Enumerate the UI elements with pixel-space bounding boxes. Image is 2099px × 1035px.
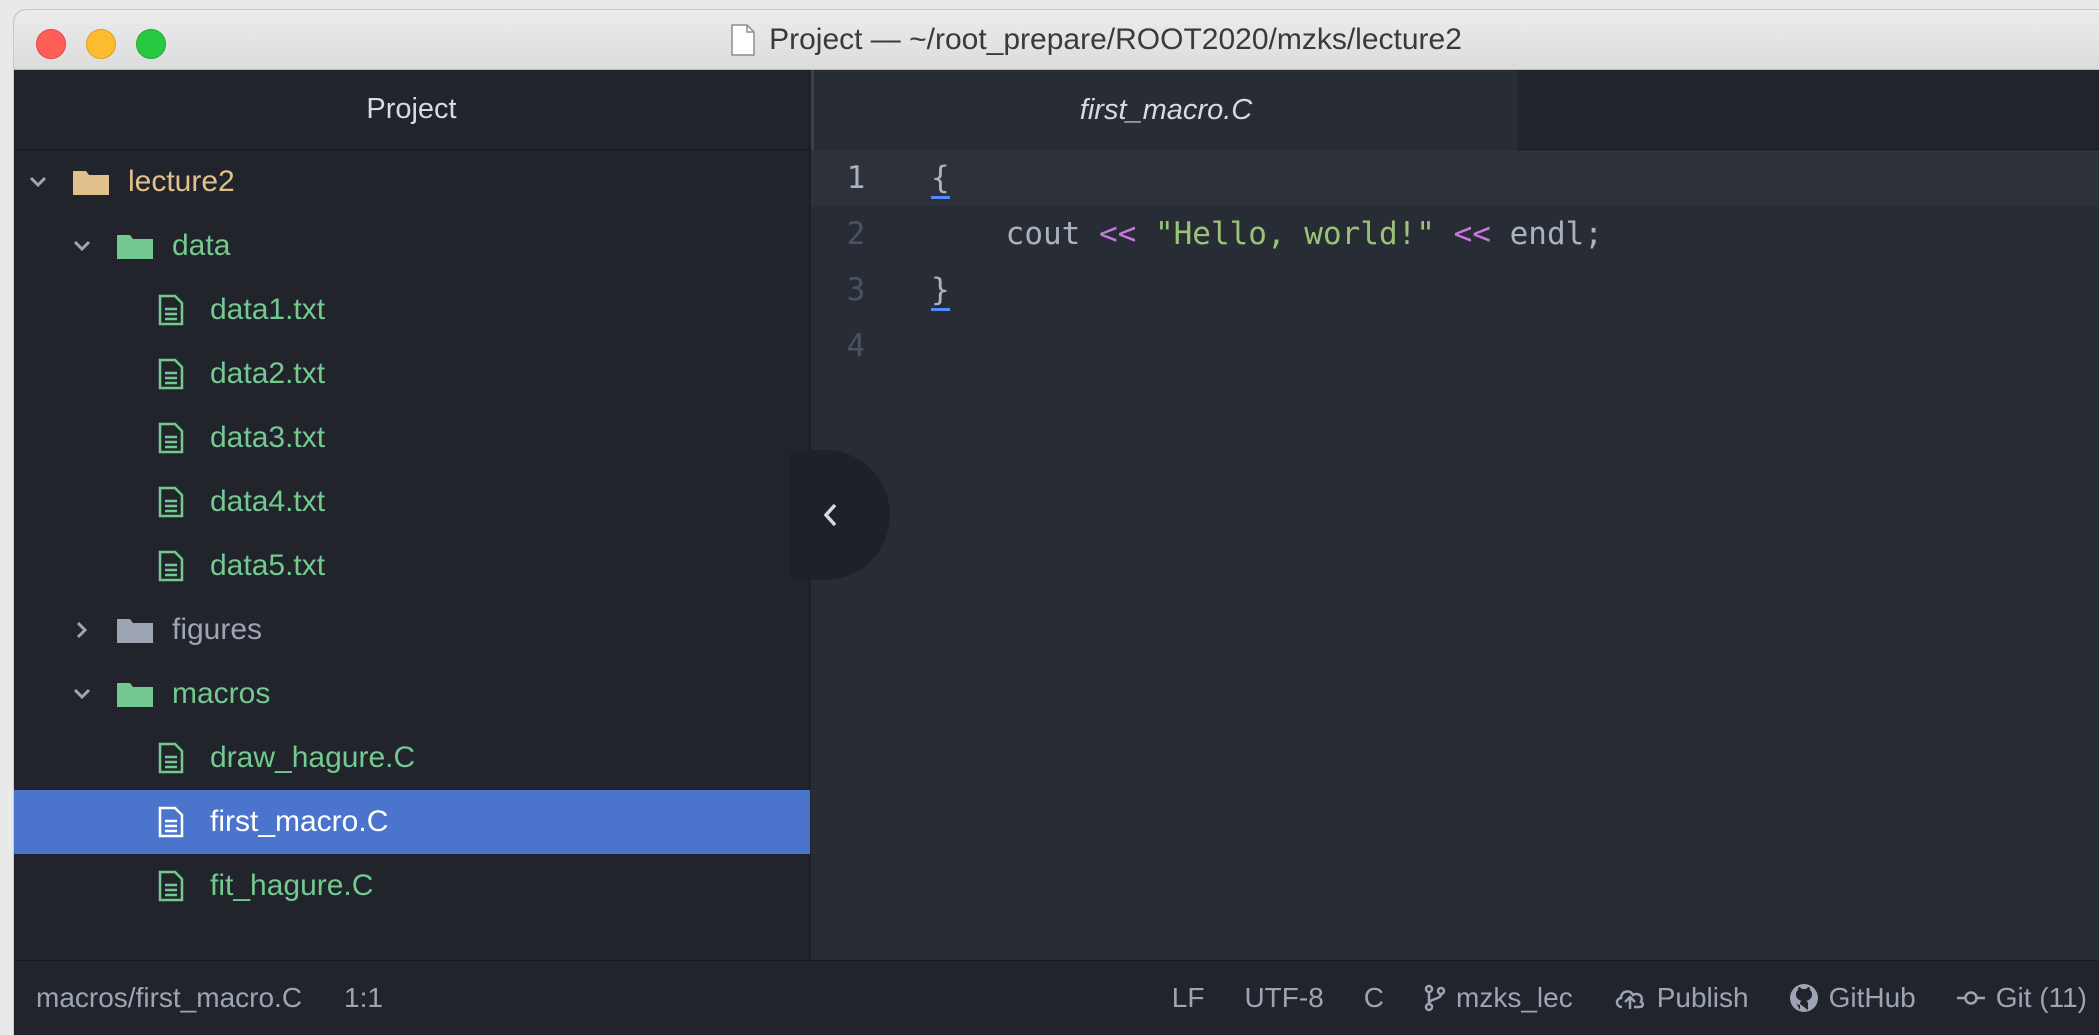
tree-folder-figures[interactable]: figures [14,598,810,662]
code-text: cout << "Hello, world!" << endl; [931,216,1603,252]
git-commit-icon [1956,991,1985,1005]
status-bar: macros/first_macro.C 1:1 LF UTF-8 C mzks… [14,960,2099,1035]
status-file-path[interactable]: macros/first_macro.C [36,982,302,1014]
text-file-icon [158,550,184,582]
code-line[interactable]: 2 cout << "Hello, world!" << endl; [811,206,2099,262]
tree-item-label: macros [172,677,271,710]
tree-item-label: data5.txt [210,549,326,582]
status-grammar[interactable]: C [1364,982,1384,1014]
folder-icon [117,619,153,643]
text-file-icon [158,742,184,774]
chevron-down-icon[interactable] [70,234,94,258]
status-git-label: Git (11) [1995,982,2087,1013]
status-github-label: GitHub [1828,982,1916,1013]
chevron-right-icon[interactable] [70,618,94,642]
status-encoding[interactable]: UTF-8 [1244,982,1323,1014]
tree-item-label: figures [172,613,263,646]
tree-item-label: data [172,229,231,262]
window-title-area: Project — ~/root_prepare/ROOT2020/mzks/l… [14,10,2099,70]
status-branch-label: mzks_lec [1456,982,1573,1013]
code-line[interactable]: 3 } [811,262,2099,318]
status-branch[interactable]: mzks_lec [1424,982,1573,1014]
document-icon [731,24,755,56]
github-icon [1789,984,1818,1012]
text-file-icon [158,806,184,838]
line-number: 4 [846,328,866,364]
line-number: 2 [846,216,866,252]
code-line[interactable]: 1 { [811,150,2099,206]
chevron-left-icon [823,503,837,527]
tree-file-data2[interactable]: data2.txt [14,342,810,406]
tree-file-fit-hagure[interactable]: fit_hagure.C [14,854,810,918]
git-branch-icon [1424,984,1446,1012]
tree-file-data3[interactable]: data3.txt [14,406,810,470]
tree-file-data4[interactable]: data4.txt [14,470,810,534]
folder-icon [117,235,153,259]
tree-file-data5[interactable]: data5.txt [14,534,810,598]
code-text: } [931,272,950,311]
code-line[interactable]: 4 [811,318,2099,374]
line-number: 3 [846,272,866,308]
status-cursor-position[interactable]: 1:1 [344,982,383,1014]
text-file-icon [158,486,184,518]
folder-icon [117,683,153,707]
tree-item-label: data2.txt [210,357,326,390]
tree-item-label: fit_hagure.C [210,869,374,902]
tree-item-label: data1.txt [210,293,326,326]
code-text: { [931,160,950,199]
cloud-upload-icon [1615,990,1644,1009]
tab-first-macro[interactable]: first_macro.C [811,70,1518,150]
status-git[interactable]: Git (11) [1956,982,2087,1014]
tree-file-first-macro[interactable]: first_macro.C [14,790,810,854]
tree-item-label: data4.txt [210,485,326,518]
folder-icon [73,171,109,195]
text-file-icon [158,358,184,390]
tree-item-label: draw_hagure.C [210,741,416,774]
window-title: Project — ~/root_prepare/ROOT2020/mzks/l… [769,23,1462,56]
chevron-down-icon[interactable] [26,170,50,194]
tree-item-label: data3.txt [210,421,326,454]
editor-window: Project — ~/root_prepare/ROOT2020/mzks/l… [14,10,2099,1035]
title-bar[interactable]: Project — ~/root_prepare/ROOT2020/mzks/l… [14,10,2099,70]
tree-item-label: lecture2 [128,165,235,198]
tree-file-data1[interactable]: data1.txt [14,278,810,342]
tree-file-draw-hagure[interactable]: draw_hagure.C [14,726,810,790]
tree-item-label: first_macro.C [210,805,389,838]
tree-folder-data[interactable]: data [14,214,810,278]
text-file-icon [158,422,184,454]
tree-folder-macros[interactable]: macros [14,662,810,726]
tab-bar: first_macro.C [811,70,2099,150]
text-file-icon [158,294,184,326]
line-number: 1 [846,160,866,196]
text-file-icon [158,870,184,902]
status-github[interactable]: GitHub [1789,982,1916,1014]
project-sidebar: Project lecture2 data data1.txt data2.tx… [14,70,810,960]
code-editor[interactable]: 1 { 2 cout << "Hello, world!" << endl; 3… [811,150,2099,960]
status-publish-label: Publish [1656,982,1749,1013]
sidebar-title: Project [14,70,809,150]
status-publish[interactable]: Publish [1613,982,1749,1014]
status-line-ending[interactable]: LF [1172,982,1205,1014]
tree-folder-lecture2[interactable]: lecture2 [14,150,810,214]
chevron-down-icon[interactable] [70,682,94,706]
